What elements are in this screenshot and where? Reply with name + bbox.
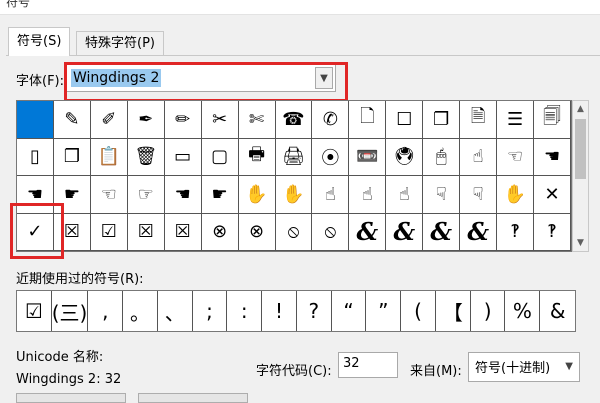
symbol-cell[interactable]: ✎	[53, 101, 91, 139]
symbol-cell[interactable]: 📼	[349, 138, 387, 176]
symbol-cell[interactable]: 🖱	[423, 138, 461, 176]
symbol-cell[interactable]: ☒	[164, 213, 202, 251]
char-code-label: 字符代码(C):	[256, 364, 332, 379]
symbol-cell[interactable]: ☰	[497, 101, 535, 139]
symbol-cell[interactable]: ☜	[90, 176, 128, 214]
recent-symbol[interactable]: ?	[297, 291, 332, 331]
recent-symbol[interactable]: !	[262, 291, 297, 331]
symbol-cell[interactable]: ‽	[534, 213, 571, 251]
char-code-input[interactable]: 32	[338, 352, 398, 378]
symbol-cell[interactable]: 🗑	[127, 138, 165, 176]
chevron-down-icon: ▼	[565, 361, 573, 372]
symbol-cell[interactable]: ☟	[460, 176, 498, 214]
symbol-cell[interactable]: 🖨	[275, 138, 313, 176]
recent-symbol[interactable]: 。	[123, 291, 158, 331]
symbol-cell[interactable]: 🗐	[534, 101, 571, 139]
symbol-cell[interactable]: &	[349, 213, 387, 251]
unicode-name-value: Wingdings 2: 32	[16, 372, 122, 387]
symbol-cell[interactable]: ▯	[17, 138, 54, 176]
tab-divider	[6, 55, 600, 56]
recent-symbol[interactable]: “	[332, 291, 367, 331]
tab-symbols[interactable]: 符号(S)	[8, 27, 71, 56]
symbol-cell[interactable]: ☑	[90, 213, 128, 251]
symbol-cell[interactable]: ✕	[534, 176, 571, 214]
symbol-cell[interactable]: ✄	[238, 101, 276, 139]
symbol-cell[interactable]: ☚	[164, 176, 202, 214]
bottom-button-2[interactable]	[138, 393, 248, 403]
recent-symbol[interactable]: &	[540, 291, 575, 331]
recent-symbol[interactable]: (三)	[52, 291, 89, 331]
symbol-cell[interactable]: ✋	[275, 176, 313, 214]
symbol-cell[interactable]: ✋	[497, 176, 535, 214]
symbol-cell[interactable]: ‽	[497, 213, 535, 251]
symbol-grid[interactable]: ✎ ✐ ✒ ✏ ✂ ✄ ☎ ✆ 🗋 ☐ ❐ 🗎 ☰ 🗐 ▯ ❐ 📋 🗑 ▭ ▢ 🖶 🖨 ⦿ 📼 🖲 🖱 ☝ ☜ ☚ ☚ ☛ ☜ ☞ ☚ ☛ ✋ ✋ ☝ ☝ ☝…	[16, 100, 572, 252]
recent-symbol[interactable]: ;	[193, 291, 228, 331]
window-title: 符号	[6, 0, 31, 9]
recent-symbol[interactable]: ,	[88, 291, 124, 331]
symbol-cell[interactable]: ✏	[164, 101, 202, 139]
symbol-cell[interactable]: ☟	[423, 176, 461, 214]
scroll-down-icon[interactable]: ▼	[573, 235, 588, 251]
symbol-cell[interactable]: ☐	[386, 101, 424, 139]
annotation-box-checkmark	[10, 203, 64, 259]
title-bar: 符号	[0, 0, 600, 15]
symbol-cell[interactable]: 🗋	[349, 101, 387, 139]
symbol-grid-scrollbar[interactable]: ▲ ▼	[572, 100, 589, 252]
symbol-cell[interactable]: ✂	[201, 101, 239, 139]
symbol-cell[interactable]: 🖶	[238, 138, 276, 176]
symbol-cell[interactable]: ☞	[127, 176, 165, 214]
symbol-cell[interactable]: 🖲	[386, 138, 424, 176]
symbol-cell[interactable]: 🗎	[460, 101, 498, 139]
symbol-cell[interactable]: ☒	[127, 213, 165, 251]
unicode-name-label: Unicode 名称:	[16, 350, 104, 365]
recent-symbol[interactable]: 、	[158, 291, 193, 331]
bottom-button-1[interactable]	[16, 393, 126, 403]
symbol-cell[interactable]: ✆	[312, 101, 350, 139]
symbol-cell[interactable]: ⊗	[201, 213, 239, 251]
symbol-cell[interactable]: ☚	[534, 138, 571, 176]
tab-special-characters[interactable]: 特殊字符(P)	[76, 31, 164, 56]
symbol-cell[interactable]: ❐	[53, 138, 91, 176]
symbol-cell[interactable]: &	[460, 213, 498, 251]
symbol-cell[interactable]: ☝	[460, 138, 498, 176]
from-value: 符号(十进制)	[475, 361, 551, 376]
symbol-cell[interactable]: 📋	[90, 138, 128, 176]
symbol-cell[interactable]: ▢	[201, 138, 239, 176]
symbol-cell[interactable]: ✐	[90, 101, 128, 139]
symbol-cell[interactable]: ☜	[497, 138, 535, 176]
scroll-up-icon[interactable]: ▲	[573, 101, 588, 117]
recent-symbol[interactable]: :	[227, 291, 263, 331]
scroll-thumb[interactable]	[575, 119, 586, 179]
symbol-cell[interactable]: ⦸	[312, 213, 350, 251]
symbol-cell[interactable]: ✒	[127, 101, 165, 139]
recent-symbols[interactable]: ☑ (三),。、;:!? “”(【)% &	[16, 290, 576, 332]
recent-symbol[interactable]: ”	[366, 291, 402, 331]
symbol-cell[interactable]: ✋	[238, 176, 276, 214]
font-label: 字体(F):	[16, 74, 65, 89]
symbol-cell[interactable]	[17, 101, 54, 139]
recent-symbol[interactable]: ☑	[17, 291, 52, 331]
symbol-cell[interactable]: &	[386, 213, 424, 251]
recent-symbol[interactable]: %	[505, 291, 541, 331]
from-select[interactable]: 符号(十进制) ▼	[468, 352, 580, 382]
symbol-cell[interactable]: &	[423, 213, 461, 251]
recent-symbol[interactable]: (	[401, 291, 436, 331]
symbol-cell[interactable]: ☝	[349, 176, 387, 214]
symbol-cell[interactable]: ▭	[164, 138, 202, 176]
symbol-cell[interactable]: ⦸	[275, 213, 313, 251]
recent-symbol[interactable]: 【	[436, 291, 471, 331]
symbol-cell[interactable]: ☝	[386, 176, 424, 214]
symbol-cell[interactable]: ☛	[201, 176, 239, 214]
symbol-cell[interactable]: ❐	[423, 101, 461, 139]
symbol-cell[interactable]: ☝	[312, 176, 350, 214]
annotation-box-font	[64, 62, 348, 102]
from-label: 来自(M):	[410, 364, 462, 379]
recent-symbol[interactable]: )	[471, 291, 506, 331]
symbol-cell[interactable]: ⊗	[238, 213, 276, 251]
symbol-cell[interactable]: ⦿	[312, 138, 350, 176]
recent-label: 近期使用过的符号(R):	[16, 272, 144, 287]
symbol-cell[interactable]: ☎	[275, 101, 313, 139]
